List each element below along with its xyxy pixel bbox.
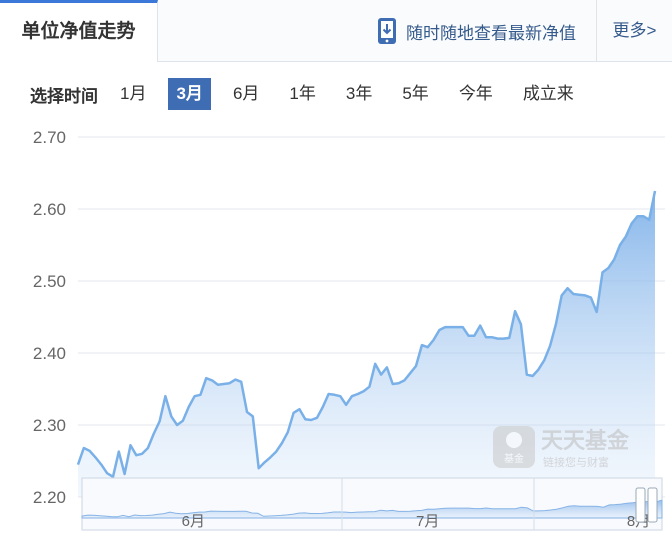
navigator-handle-left[interactable] — [635, 487, 646, 523]
y-tick-label: 2.20 — [33, 488, 66, 507]
mobile-promo-label: 随时随地查看最新净值 — [406, 23, 576, 43]
navigator-handle-right[interactable] — [647, 487, 658, 523]
time-range-label: 选择时间 — [30, 86, 98, 106]
y-tick-label: 2.40 — [33, 344, 66, 363]
time-range-selector: 选择时间 1月 3月 6月 1年 3年 5年 今年 成立来 — [20, 78, 596, 110]
x-tick-label: 7月 — [416, 513, 439, 530]
y-tick-label: 2.60 — [33, 200, 66, 219]
y-tick-label: 2.30 — [33, 416, 66, 435]
phone-download-icon — [378, 18, 396, 44]
watermark-brand: 天天基金 — [541, 428, 630, 454]
range-option-ytd[interactable]: 今年 — [451, 78, 501, 110]
more-link[interactable]: 更多> — [596, 0, 672, 62]
watermark-logo-text: 基金 — [504, 452, 524, 465]
mobile-promo-link[interactable]: 随时随地查看最新净值 — [376, 16, 576, 46]
range-option-1m[interactable]: 1月 — [112, 78, 154, 110]
watermark-slogan: 链接您与财富 — [543, 455, 609, 469]
range-option-3y[interactable]: 3年 — [338, 78, 380, 110]
tab-nav-trend[interactable]: 单位净值走势 — [0, 0, 158, 62]
range-option-6m[interactable]: 6月 — [225, 78, 267, 110]
x-tick-label: 6月 — [182, 513, 205, 530]
y-tick-label: 2.50 — [33, 272, 66, 291]
range-option-3m[interactable]: 3月 — [168, 78, 211, 110]
range-option-1y[interactable]: 1年 — [281, 78, 323, 110]
range-option-5y[interactable]: 5年 — [394, 78, 436, 110]
y-axis-ticks: 2.70 2.60 2.50 2.40 2.30 2.20 — [33, 128, 66, 507]
header-bar: 单位净值走势 随时随地查看最新净值 更多> — [0, 0, 672, 62]
y-tick-label: 2.70 — [33, 128, 66, 147]
range-navigator[interactable]: 6月7月8月 — [81, 477, 663, 531]
nav-trend-chart: 2.702.602.502.402.302.20 基金 天天基金 链接您与财富 … — [33, 128, 665, 531]
range-option-inception[interactable]: 成立来 — [515, 78, 582, 110]
